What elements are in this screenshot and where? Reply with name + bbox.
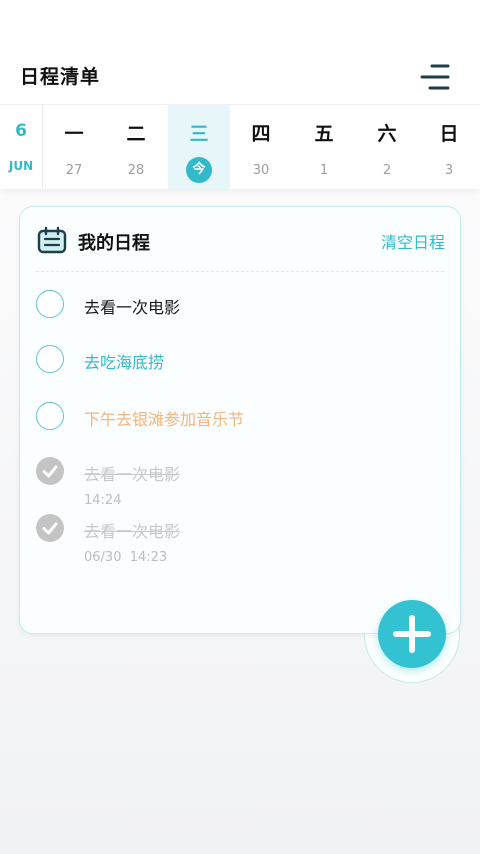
- task-text: 去看一次电影: [84, 465, 181, 484]
- plus-icon: [393, 615, 431, 653]
- day-saturday[interactable]: 六 2: [356, 105, 418, 189]
- month-indicator: 6 JUN: [0, 105, 43, 189]
- day-tuesday[interactable]: 二 28: [105, 105, 167, 189]
- month-name: JUN: [8, 159, 34, 173]
- check-icon: [42, 522, 58, 535]
- day-date: 1: [319, 163, 329, 178]
- day-weekday: 五: [314, 123, 334, 145]
- card-title: 我的日程: [78, 233, 150, 254]
- task-checkbox-checked[interactable]: [36, 457, 64, 485]
- day-weekday: 三: [189, 123, 209, 145]
- day-sunday[interactable]: 日 3: [418, 105, 480, 189]
- day-weekday: 日: [439, 123, 459, 145]
- task-text: 下午去银滩参加音乐节: [84, 410, 245, 429]
- day-wednesday[interactable]: 三 今: [168, 105, 230, 189]
- day-date: 3: [444, 163, 454, 178]
- day-date: 28: [127, 163, 145, 178]
- day-date: 30: [252, 163, 270, 178]
- week-calendar: 6 JUN 一 27 二 28 三 今 四 30 五 1 六 2 日 3: [0, 104, 480, 189]
- check-icon: [42, 465, 58, 478]
- day-weekday: 一: [64, 123, 84, 145]
- clear-schedule-button[interactable]: 清空日程: [381, 229, 445, 253]
- menu-icon: [420, 64, 450, 90]
- today-badge: 今: [186, 157, 212, 183]
- menu-button[interactable]: [418, 62, 452, 92]
- task-text: 去吃海底捞: [84, 353, 165, 372]
- task-time: 06/30 14:23: [84, 550, 168, 565]
- day-weekday: 六: [377, 123, 397, 145]
- calendar-icon: [37, 226, 67, 254]
- add-task-button[interactable]: [378, 600, 446, 668]
- task-checkbox[interactable]: [36, 345, 64, 373]
- day-date: 2: [382, 163, 392, 178]
- day-monday[interactable]: 一 27: [43, 105, 105, 189]
- task-text: 去看一次电影: [84, 298, 181, 317]
- day-date: 27: [65, 163, 83, 178]
- schedule-card: 我的日程 清空日程 去看一次电影 去吃海底捞 下午去银滩参加音乐节 去看一次电影…: [19, 206, 461, 634]
- day-thursday[interactable]: 四 30: [230, 105, 292, 189]
- task-checkbox[interactable]: [36, 402, 64, 430]
- divider: [36, 271, 444, 272]
- app-header: 日程清单: [0, 0, 480, 104]
- task-checkbox-checked[interactable]: [36, 514, 64, 542]
- day-friday[interactable]: 五 1: [293, 105, 355, 189]
- day-weekday: 四: [251, 123, 271, 145]
- day-weekday: 二: [126, 123, 146, 145]
- task-time: 14:24: [84, 493, 122, 508]
- page-title: 日程清单: [20, 66, 101, 88]
- task-text: 去看一次电影: [84, 522, 181, 541]
- month-number: 6: [15, 121, 27, 141]
- task-checkbox[interactable]: [36, 290, 64, 318]
